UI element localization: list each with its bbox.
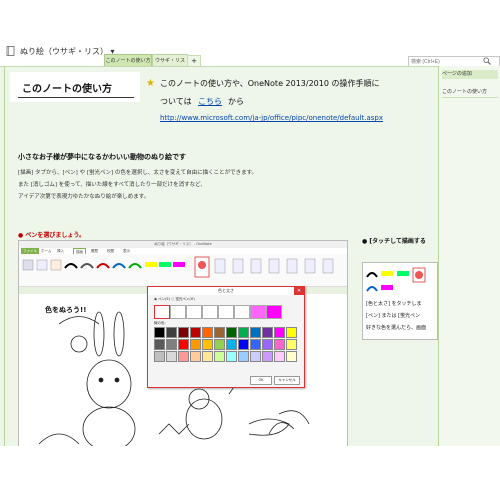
color-swatch[interactable] — [166, 327, 177, 338]
color-thickness-dialog: 色と太さ ✕ ◉ ペン(E) ○ 蛍光ペン(H) 線の色: OK キャンセル — [147, 286, 305, 388]
color-swatch[interactable] — [238, 339, 249, 350]
color-swatch[interactable] — [226, 351, 237, 362]
touch-instruction-label: ● [タッチして描画する — [362, 238, 426, 245]
color-swatch[interactable] — [214, 327, 225, 338]
add-page-button[interactable]: ページの追加 — [442, 70, 498, 79]
color-swatch[interactable] — [250, 351, 261, 362]
color-swatch[interactable] — [250, 339, 261, 350]
dialog-title: 色と太さ — [148, 287, 304, 295]
embedded-ribbon-tools — [22, 256, 334, 278]
color-swatch[interactable] — [166, 351, 177, 362]
notebook-name[interactable]: ぬり絵（ウサギ・リス） ▾ — [20, 46, 115, 57]
color-label: 線の色: — [154, 321, 166, 325]
color-swatch[interactable] — [286, 351, 297, 362]
embedded-window-title: ぬり絵（ウサギ・リス） - OneNote — [19, 241, 347, 248]
cancel-button[interactable]: キャンセル — [274, 376, 300, 385]
notebook-icon — [6, 46, 15, 56]
color-swatch[interactable] — [262, 339, 273, 350]
page-list-item[interactable]: このノートの使い方 — [442, 88, 498, 98]
color-swatch[interactable] — [214, 339, 225, 350]
thickness-option[interactable] — [186, 305, 202, 319]
ok-button[interactable]: OK — [250, 376, 272, 385]
body-text-line: [描画] タブから、[ペン] や [蛍光ペン] の色を選択し、太さを変えて自由に… — [18, 170, 258, 176]
color-swatch[interactable] — [202, 327, 213, 338]
body-text-line: アイデア次第で表現力ゆたかなぬり絵が楽しめます。 — [18, 194, 150, 200]
color-swatch[interactable] — [178, 351, 189, 362]
star-icon: ★ — [146, 78, 155, 89]
color-swatch[interactable] — [190, 339, 201, 350]
thickness-option[interactable] — [154, 305, 170, 319]
embedded-screenshot: ぬり絵（ウサギ・リス） - OneNote ファイル ホーム 挿入 描画 履歴 … — [18, 240, 348, 450]
color-palette — [154, 327, 298, 373]
intro-text-line1: このノートの使い方や、OneNote 2013/2010 の操作手順に — [160, 79, 380, 88]
color-swatch[interactable] — [214, 351, 225, 362]
touch-text-line: 好きな色を選んだら、画面 — [366, 325, 427, 331]
thickness-option[interactable] — [170, 305, 186, 319]
color-swatch[interactable] — [178, 327, 189, 338]
color-swatch[interactable] — [238, 351, 249, 362]
color-swatch[interactable] — [262, 351, 273, 362]
body-text-line: また [消しゴム] を使って、描いた線をすべて消したり一部だけを消すなど、 — [18, 182, 206, 188]
color-swatch[interactable] — [274, 339, 285, 350]
page-list-panel — [438, 66, 500, 446]
embedded-ribbon — [19, 254, 347, 287]
color-swatch[interactable] — [250, 327, 261, 338]
thickness-option[interactable] — [202, 305, 218, 319]
color-swatch[interactable] — [178, 339, 189, 350]
intro-text-line2-prefix: ついては — [160, 97, 192, 106]
color-swatch[interactable] — [190, 327, 201, 338]
thickness-option[interactable] — [250, 305, 266, 319]
intro-text-line2-suffix: から — [228, 97, 244, 106]
thickness-option[interactable] — [266, 305, 282, 319]
section-heading: 小さなお子様が夢中になるかわいい動物のぬり絵です — [18, 153, 186, 161]
title-divider — [18, 97, 134, 98]
color-swatch[interactable] — [286, 339, 297, 350]
color-swatch[interactable] — [154, 327, 165, 338]
margin-line — [4, 66, 5, 446]
help-url-link[interactable]: http://www.microsoft.com/ja-jp/office/pi… — [160, 114, 383, 122]
search-icon[interactable] — [483, 57, 491, 65]
close-icon[interactable]: ✕ — [294, 287, 304, 295]
color-swatch[interactable] — [202, 339, 213, 350]
help-link[interactable]: こちら — [198, 96, 222, 107]
color-swatch[interactable] — [226, 327, 237, 338]
color-swatch[interactable] — [190, 351, 201, 362]
color-swatch[interactable] — [226, 339, 237, 350]
color-swatch[interactable] — [202, 351, 213, 362]
touch-text-line: [色と太さ] をタッチしま — [366, 301, 422, 307]
color-swatch[interactable] — [154, 351, 165, 362]
page-title[interactable]: このノートの使い方 — [22, 80, 112, 95]
color-swatch[interactable] — [286, 327, 297, 338]
pen-type-radio[interactable]: ◉ ペン(E) ○ 蛍光ペン(H) — [154, 297, 195, 302]
touch-ribbon-preview — [366, 267, 426, 292]
color-swatch[interactable] — [274, 327, 285, 338]
color-swatch[interactable] — [238, 327, 249, 338]
touch-text-line: [ペン] または [蛍光ペン — [366, 313, 421, 319]
blank-area — [0, 446, 500, 500]
color-swatch[interactable] — [166, 339, 177, 350]
color-swatch[interactable] — [274, 351, 285, 362]
pen-instruction-label: ● ペンを選びましょう。 — [18, 232, 85, 239]
notebook-name-label: ぬり絵（ウサギ・リス） — [20, 47, 108, 56]
thickness-option[interactable] — [234, 305, 250, 319]
thickness-option[interactable] — [218, 305, 234, 319]
color-swatch[interactable] — [262, 327, 273, 338]
color-swatch[interactable] — [154, 339, 165, 350]
coloring-title: 色をぬろう!! — [45, 306, 87, 314]
